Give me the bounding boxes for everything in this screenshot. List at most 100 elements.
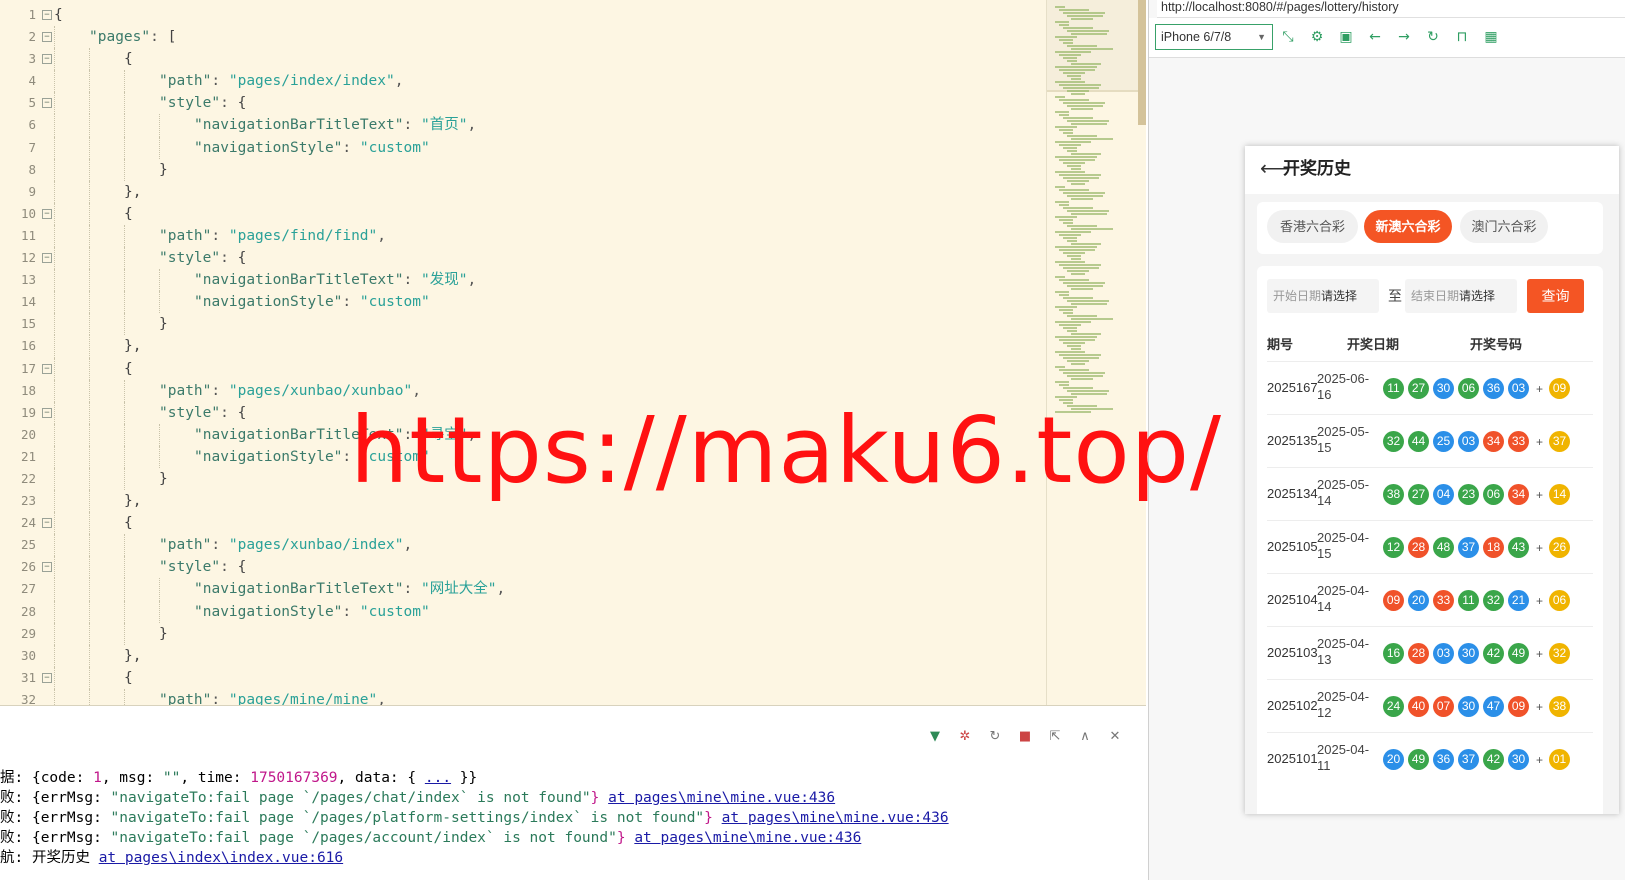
fold-toggle-icon[interactable]: − (42, 407, 52, 418)
table-row[interactable]: 2025134 2025-05-14 38 27 04 23 06 34 +14 (1267, 467, 1593, 520)
table-row[interactable]: 2025101 2025-04-11 20 49 36 37 42 30 +01 (1267, 732, 1593, 785)
code-line[interactable]: 16}, (21, 335, 1046, 358)
source-link[interactable]: at pages\index\index.vue:616 (99, 850, 343, 866)
token: { (124, 51, 133, 68)
settings-icon[interactable]: ⚙ (1308, 28, 1326, 46)
number-balls: 38 27 04 23 06 34 +14 (1383, 484, 1574, 505)
code-line[interactable]: 30}, (21, 644, 1046, 667)
fold-toggle-icon[interactable]: − (42, 562, 52, 573)
minimap-line (1063, 222, 1073, 224)
code-line[interactable]: 15} (21, 313, 1046, 336)
line-number: 18 (20, 382, 36, 398)
refresh-icon[interactable]: ↻ (986, 728, 1004, 746)
stop-icon[interactable]: ■ (1016, 728, 1034, 746)
table-row[interactable]: 2025167 2025-06-16 11 27 30 06 36 03 +09 (1267, 361, 1593, 414)
code-line[interactable]: 10− { (21, 202, 1046, 225)
token: "发现" (420, 272, 468, 289)
code-line[interactable]: 8} (28, 158, 1046, 181)
indent-guide (89, 445, 90, 468)
tab-hongkong[interactable]: 香港六合彩 (1267, 210, 1358, 243)
start-date-picker[interactable]: 开始日期请选择 (1267, 279, 1379, 313)
code-editor[interactable]: 1−{2− "pages": [3−{4 "path": "pages/index/… (0, 0, 1146, 706)
code-line[interactable]: 9}, (28, 180, 1046, 203)
code-line[interactable]: 31− { (21, 666, 1046, 689)
minimap-line (1055, 21, 1069, 23)
code-line[interactable]: 27 "navigationBarTitleText": "网址大全", (21, 578, 1046, 601)
editor-scrollbar[interactable] (1138, 0, 1146, 125)
collapse-icon[interactable]: ∧ (1076, 728, 1094, 746)
code-line[interactable]: 4 "path": "pages/index/index", (28, 70, 1046, 93)
code-line[interactable]: 32 "path": "pages/mine/mine", (21, 688, 1046, 705)
url-bar[interactable]: http://localhost:8080/#/pages/lottery/hi… (1157, 0, 1625, 18)
source-link[interactable]: at pages\mine\mine.vue:436 (634, 830, 861, 846)
forward-arrow-icon[interactable]: → (1395, 28, 1413, 46)
log-text: 航: 开奖历史 (0, 850, 99, 866)
fold-toggle-icon[interactable]: − (42, 54, 52, 65)
device-select[interactable]: iPhone 6/7/8 ▼ (1155, 24, 1273, 50)
table-row[interactable]: 2025105 2025-04-15 12 28 48 37 18 43 +26 (1267, 520, 1593, 573)
query-button[interactable]: 查询 (1527, 279, 1584, 313)
code-line[interactable]: 12− "style": { (21, 247, 1046, 270)
fold-toggle-icon[interactable]: − (42, 98, 52, 109)
fold-toggle-icon[interactable]: − (42, 10, 52, 20)
tab-xinao[interactable]: 新澳六合彩 (1364, 210, 1452, 243)
code-line[interactable]: 28 "navigationStyle": "custom" (21, 600, 1046, 623)
fold-toggle-icon[interactable]: − (42, 518, 52, 529)
token: "path" (159, 382, 212, 399)
table-row[interactable]: 2025102 2025-04-12 24 40 07 30 47 09 +38 (1267, 679, 1593, 732)
fold-toggle-icon[interactable]: − (42, 363, 52, 374)
code-line[interactable]: 29} (21, 622, 1046, 645)
clear-icon[interactable]: ✕ (1106, 728, 1124, 746)
indent-guide (124, 70, 125, 93)
source-link[interactable]: at pages\mine\mine.vue:436 (722, 810, 949, 826)
table-row[interactable]: 2025104 2025-04-14 09 20 33 11 32 21 +06 (1267, 573, 1593, 626)
code-line[interactable]: 13 "navigationBarTitleText": "发现", (21, 269, 1046, 292)
reload-icon[interactable]: ↻ (1424, 28, 1442, 46)
minimap-line (1063, 252, 1085, 254)
fold-toggle-icon[interactable]: − (42, 672, 52, 683)
code-line[interactable]: 26− "style": { (21, 556, 1046, 579)
vue-icon[interactable]: ▼ (926, 728, 944, 746)
qrcode-icon[interactable]: ▦ (1482, 28, 1500, 46)
lock-icon[interactable]: ⊓ (1453, 28, 1471, 46)
fold-toggle-icon[interactable]: − (42, 32, 52, 43)
code-line[interactable]: 3− { (28, 48, 1046, 71)
minimap-line (1059, 264, 1101, 266)
line-number: 15 (20, 316, 36, 332)
code-line[interactable]: 2− "pages": [ (28, 26, 1046, 49)
indent-guide (124, 401, 125, 424)
table-row[interactable]: 2025103 2025-04-13 16 28 03 30 42 49 +32 (1267, 626, 1593, 679)
code-line[interactable]: 17− { (21, 357, 1046, 380)
end-date-value: 请选择 (1459, 289, 1496, 303)
special-ball: 01 (1549, 749, 1571, 770)
code-line[interactable]: 11 "path": "pages/find/find", (21, 224, 1046, 248)
code-line[interactable]: 24− { (21, 512, 1046, 535)
minimap-line (1055, 321, 1091, 323)
export-icon[interactable]: ⇱ (1046, 728, 1064, 746)
code-text: } (159, 316, 168, 332)
table-row[interactable]: 2025135 2025-05-15 32 44 25 03 34 33 +37 (1267, 414, 1593, 467)
rotate-icon[interactable]: ⤡ (1279, 28, 1297, 46)
code-content[interactable]: 1−{2− "pages": [3−{4 "path": "pages/index/… (21, 4, 1046, 705)
code-line[interactable]: 5− "style": { (28, 92, 1046, 115)
minimap[interactable] (1046, 0, 1139, 705)
back-arrow-icon[interactable]: ← (1366, 28, 1384, 46)
code-line[interactable]: 1−{ (28, 4, 1046, 26)
tab-macau[interactable]: 澳门六合彩 (1460, 210, 1548, 243)
indent-guide (89, 92, 90, 115)
source-link[interactable]: ... (425, 770, 451, 786)
bug-icon[interactable]: ✲ (956, 728, 974, 746)
token: "navigationBarTitleText" (194, 272, 404, 289)
code-line[interactable]: 6 "navigationBarTitleText": "首页", (28, 114, 1046, 137)
token: "pages/find/find" (228, 227, 378, 244)
code-line[interactable]: 14 "navigationStyle": "custom" (21, 291, 1046, 314)
end-date-picker[interactable]: 结束日期请选择 (1405, 279, 1517, 313)
fold-toggle-icon[interactable]: − (42, 253, 52, 264)
log-text: 败: {errMsg: (0, 830, 111, 846)
fold-toggle-icon[interactable]: − (42, 208, 52, 219)
source-link[interactable]: at pages\mine\mine.vue:436 (608, 790, 835, 806)
line-number: 3 (28, 51, 36, 67)
devtools-icon[interactable]: ▣ (1337, 28, 1355, 46)
code-line[interactable]: 25 "path": "pages/xunbao/index", (21, 534, 1046, 557)
code-line[interactable]: 7 "navigationStyle": "custom" (28, 136, 1046, 159)
